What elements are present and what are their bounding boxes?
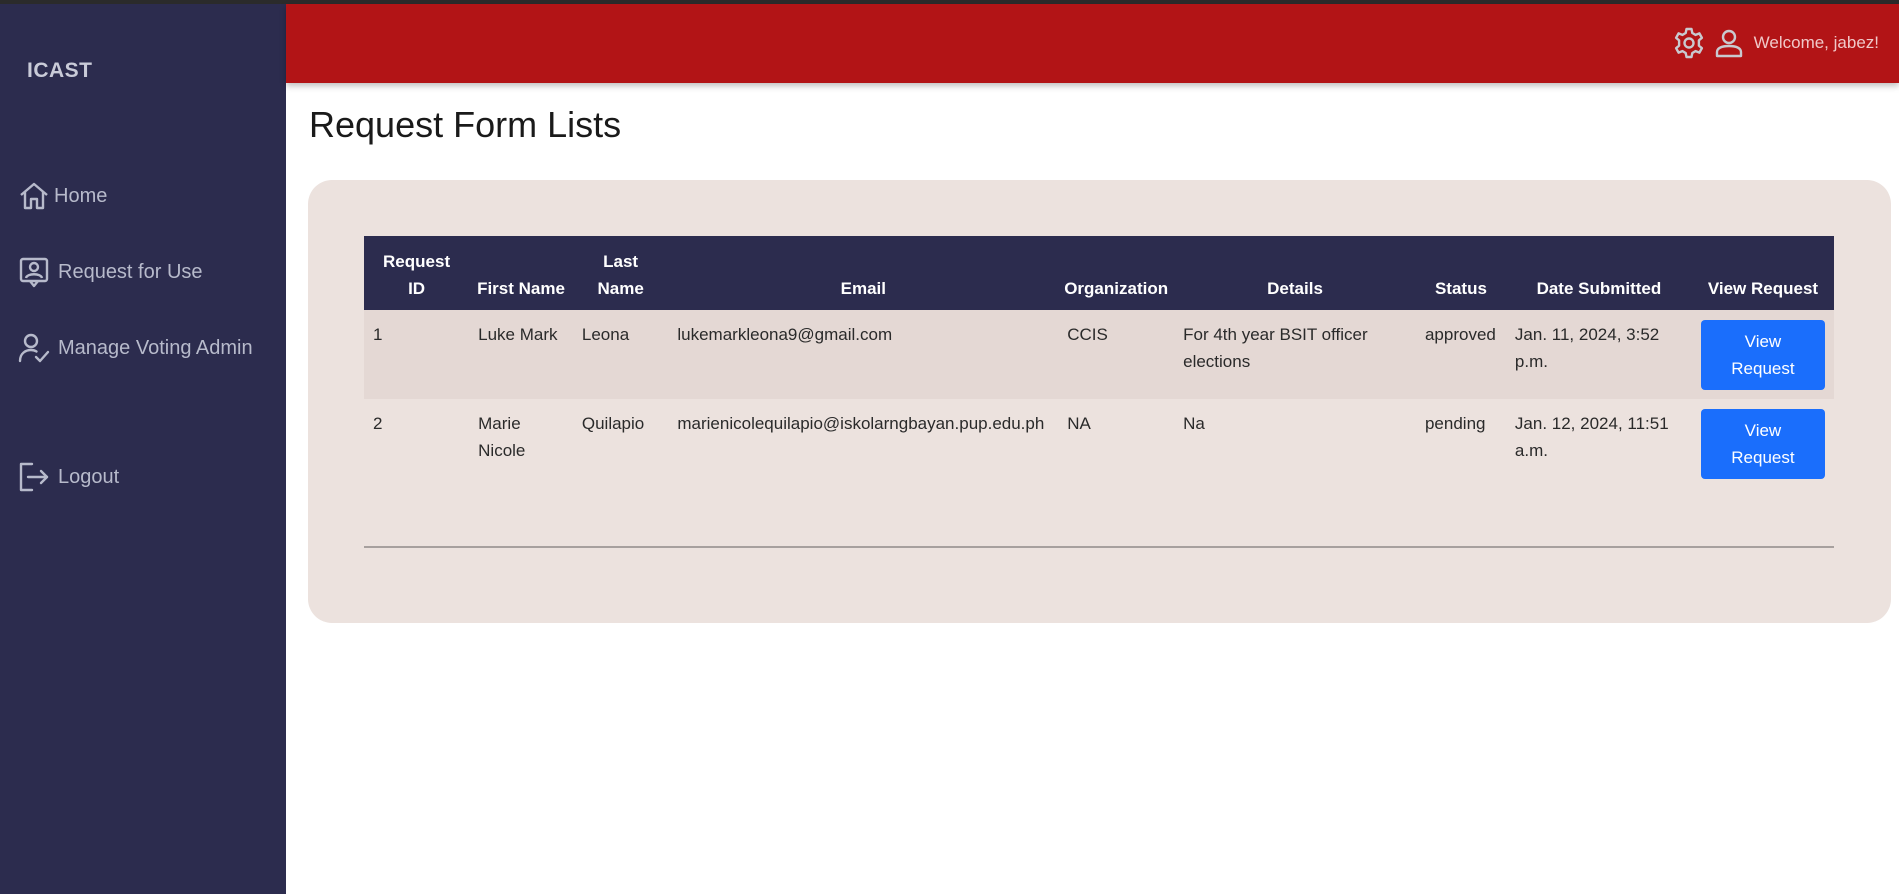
- cell-status: pending: [1415, 399, 1506, 488]
- id-card-icon: [19, 257, 49, 288]
- table-header-row: Request ID First Name Last Name Email Orga…: [364, 236, 1834, 310]
- cell-last-name: Leona: [572, 310, 669, 399]
- gear-icon[interactable]: [1672, 26, 1706, 60]
- table-divider: [364, 546, 1834, 548]
- cell-details: Na: [1174, 399, 1416, 488]
- column-header-first-name[interactable]: First Name: [469, 236, 573, 310]
- top-header-bar: Welcome, jabez!: [286, 4, 1899, 83]
- header-user-area: Welcome, jabez!: [1672, 26, 1879, 60]
- cell-first-name: Luke Mark: [469, 310, 573, 399]
- user-check-icon: [18, 333, 50, 363]
- cell-first-name: Marie Nicole: [469, 399, 573, 488]
- welcome-text: Welcome, jabez!: [1753, 33, 1879, 52]
- cell-email: marienicolequilapio@iskolarngbayan.pup.e…: [668, 399, 1059, 488]
- logout-icon: [19, 462, 49, 492]
- column-header-request-id[interactable]: Request ID: [364, 236, 470, 310]
- sidebar-item-label: Logout: [58, 465, 120, 488]
- cell-request-id: 2: [364, 399, 470, 488]
- requests-panel: Request ID First Name Last Name Email Orga…: [308, 180, 1891, 623]
- requests-table: Request ID First Name Last Name Email Orga…: [364, 236, 1834, 488]
- column-header-status[interactable]: Status: [1415, 236, 1506, 310]
- column-header-details[interactable]: Details: [1174, 236, 1416, 310]
- view-request-button[interactable]: View Request: [1700, 409, 1825, 479]
- table-row: 1 Luke Mark Leona lukemarkleona9@gmail.c…: [364, 310, 1834, 399]
- cell-organization: NA: [1058, 399, 1175, 488]
- view-request-button[interactable]: View Request: [1700, 320, 1825, 390]
- column-header-organization[interactable]: Organization: [1058, 236, 1175, 310]
- column-header-last-name[interactable]: Last Name: [572, 236, 669, 310]
- column-header-view-request[interactable]: View Request: [1691, 236, 1834, 310]
- cell-date-submitted: Jan. 12, 2024, 11:51 a.m.: [1505, 399, 1692, 488]
- column-header-email[interactable]: Email: [668, 236, 1059, 310]
- sidebar-item-label: Request for Use: [58, 260, 203, 283]
- cell-organization: CCIS: [1058, 310, 1175, 399]
- cell-details: For 4th year BSIT officer elections: [1174, 310, 1416, 399]
- sidebar-item-home[interactable]: Home: [18, 180, 107, 212]
- sidebar-item-manage-voting-admin[interactable]: Manage Voting Admin: [18, 332, 253, 364]
- sidebar-item-label: Home: [54, 184, 108, 207]
- table-row: 2 Marie Nicole Quilapio marienicolequila…: [364, 399, 1834, 488]
- sidebar-item-request-for-use[interactable]: Request for Use: [18, 256, 203, 288]
- home-icon: [20, 182, 48, 210]
- user-icon[interactable]: [1714, 28, 1744, 58]
- sidebar-item-label: Manage Voting Admin: [58, 336, 253, 359]
- cell-last-name: Quilapio: [572, 399, 669, 488]
- cell-request-id: 1: [364, 310, 470, 399]
- sidebar: ICAST Home Request for Use Manage Voting…: [0, 4, 286, 894]
- column-header-date-submitted[interactable]: Date Submitted: [1505, 236, 1692, 310]
- brand-logo-text: ICAST: [27, 59, 93, 82]
- cell-status: approved: [1415, 310, 1506, 399]
- sidebar-item-logout[interactable]: Logout: [18, 461, 119, 493]
- cell-date-submitted: Jan. 11, 2024, 3:52 p.m.: [1505, 310, 1692, 399]
- cell-view-request: View Request: [1691, 399, 1834, 488]
- cell-email: lukemarkleona9@gmail.com: [668, 310, 1059, 399]
- cell-view-request: View Request: [1691, 310, 1834, 399]
- page-title: Request Form Lists: [309, 104, 622, 145]
